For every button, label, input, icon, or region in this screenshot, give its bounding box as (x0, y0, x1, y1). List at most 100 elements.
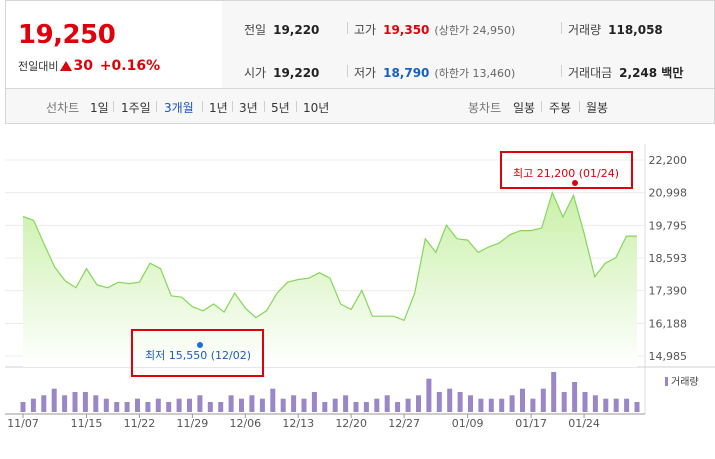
volume-bar (384, 395, 390, 412)
volume-bar (468, 395, 473, 412)
stat-label: 고가 (354, 23, 377, 37)
divider (579, 101, 580, 112)
volume-bar (239, 398, 244, 412)
y-tick-label: 18,593 (649, 252, 688, 265)
tab-3m[interactable]: 3개월 (164, 99, 194, 116)
volume-bar (72, 392, 78, 412)
volume-bar (51, 388, 57, 412)
tab-daily[interactable]: 일봉 (513, 99, 535, 116)
price-panel: 19,250 전일대비 30 +0.16% (6, 1, 223, 88)
volume-bar (416, 395, 421, 412)
volume-bar (624, 398, 630, 412)
stat-label: 거래량 (568, 23, 602, 37)
divider (113, 101, 114, 112)
x-tick-label: 12/13 (282, 417, 314, 430)
x-tick-label: 12/06 (229, 417, 261, 430)
volume-bar (426, 378, 432, 412)
volume-bar (572, 382, 578, 412)
y-tick-label: 19,795 (649, 219, 688, 232)
min-highlight-box (131, 329, 264, 377)
volume-bar (30, 398, 36, 412)
x-tick-label: 11/22 (124, 417, 156, 430)
candle-chart-title: 봉차트 (468, 101, 502, 115)
volume-bar (20, 402, 26, 412)
volume-bar (62, 395, 68, 412)
volume-bar (603, 398, 609, 412)
x-tick-label: 01/17 (515, 417, 547, 430)
stat-sub: (하한가 13,460) (434, 67, 516, 80)
volume-bar (540, 388, 546, 412)
volume-bar (103, 398, 109, 412)
volume-bar (135, 398, 140, 412)
stat-label: 거래대금 (568, 66, 613, 80)
volume-bar (405, 398, 411, 412)
volume-bar (155, 398, 161, 412)
stat-value: 19,350 (383, 23, 430, 37)
volume-bar (145, 402, 151, 412)
tab-5y[interactable]: 5년 (271, 99, 290, 116)
stat-open: 시가 19,220 (244, 64, 319, 81)
volume-bar (197, 395, 203, 412)
volume-bar (259, 398, 265, 412)
volume-bar (457, 392, 463, 412)
volume-bar (395, 402, 401, 412)
volume-bar (478, 398, 484, 412)
volume-bar (187, 398, 192, 412)
tab-10y[interactable]: 10년 (303, 99, 329, 116)
quote-summary: 19,250 전일대비 30 +0.16% 전일 19,220 고가 19,350 (상… (5, 0, 715, 89)
tab-monthly[interactable]: 월봉 (586, 99, 608, 116)
stat-low: 저가 18,790 (하한가 13,460) (354, 64, 515, 81)
volume-bar (228, 395, 234, 412)
y-tick-label: 16,188 (649, 317, 688, 330)
stat-label: 전일 (244, 23, 267, 37)
chart-period-tabs: 선차트 1일 1주일 3개월 1년 3년 5년 10년 봉차트 일봉 주봉 월봉 (5, 89, 715, 124)
volume-bar (291, 395, 297, 412)
volume-bar (332, 398, 338, 412)
volume-legend-label: 거래량 (671, 376, 699, 388)
stats-panel: 전일 19,220 고가 19,350 (상한가 24,950) 거래량 118,058… (222, 1, 714, 88)
volume-bar (218, 402, 224, 412)
stat-value: 19,220 (273, 23, 320, 37)
volume-bar (488, 398, 494, 412)
tab-1y[interactable]: 1년 (209, 99, 228, 116)
volume-bar (509, 395, 515, 412)
volume-bar (499, 398, 505, 412)
price-chart: 22,200 20,998 19,795 18,593 17,390 16,188 14,9… (5, 124, 715, 455)
volume-bar (176, 398, 182, 412)
tab-3y[interactable]: 3년 (239, 99, 258, 116)
volume-bar (93, 395, 99, 412)
current-price: 19,250 (18, 20, 116, 50)
x-tick-label: 01/09 (452, 417, 484, 430)
volume-bar (530, 398, 536, 412)
volume-bar (207, 402, 213, 412)
stat-prev-close: 전일 19,220 (244, 21, 319, 38)
stat-label: 시가 (244, 66, 267, 80)
change-percent: +0.16% (99, 58, 161, 74)
y-tick-label: 20,998 (649, 187, 688, 200)
divider (541, 101, 542, 112)
line-chart-title: 선차트 (46, 101, 80, 115)
volume-bar (613, 398, 619, 412)
x-tick-label: 11/07 (7, 417, 39, 430)
stat-high: 고가 19,350 (상한가 24,950) (354, 21, 515, 38)
stat-sub: (상한가 24,950) (434, 24, 516, 37)
volume-legend-swatch (665, 377, 668, 386)
stat-label: 저가 (354, 66, 377, 80)
divider (232, 101, 233, 112)
stat-volume: 거래량 118,058 (568, 21, 663, 38)
divider (347, 22, 348, 34)
volume-bar (374, 398, 380, 412)
x-tick-label: 11/29 (177, 417, 209, 430)
tab-weekly[interactable]: 주봉 (549, 99, 571, 116)
y-tick-label: 14,985 (649, 350, 688, 363)
volume-bar (447, 388, 453, 412)
y-tick-label: 17,390 (649, 285, 688, 298)
stat-value: 118,058 (608, 23, 663, 37)
change-value: 30 (73, 58, 93, 74)
divider (202, 101, 203, 112)
tab-1w[interactable]: 1주일 (121, 99, 151, 116)
tab-1d[interactable]: 1일 (90, 99, 109, 116)
volume-bar (114, 402, 120, 412)
volume-bar (280, 398, 286, 412)
volume-bar (343, 395, 349, 412)
